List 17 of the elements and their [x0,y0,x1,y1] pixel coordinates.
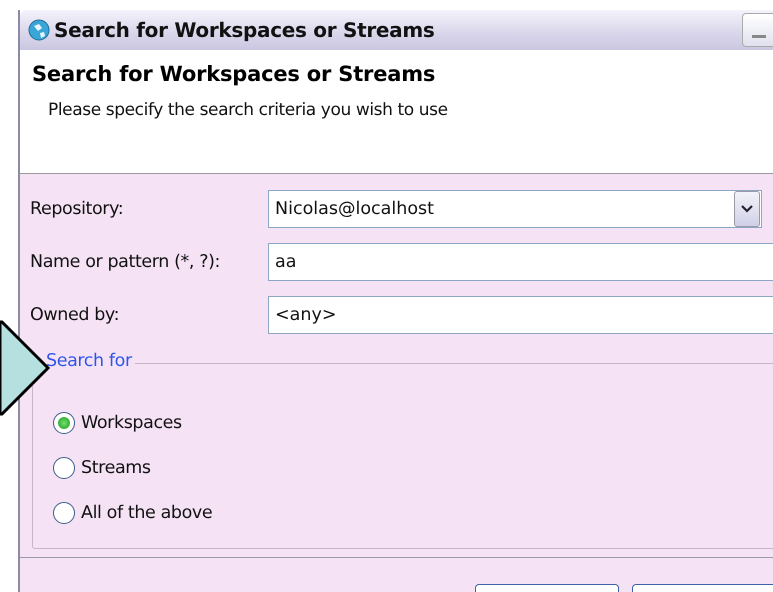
input-field[interactable]: aa [268,242,773,280]
radio-option[interactable]: Workspaces [33,400,182,445]
radio-option[interactable]: Streams [33,445,151,490]
field-label: Owned by: [30,304,120,324]
page-title: Search for Workspaces or Streams [32,62,436,86]
field-label: Name or pattern (*, ?): [30,252,222,272]
radio-option[interactable]: All of the above [33,490,212,535]
repository-dropdown[interactable]: Nicolas@localhost [268,190,762,228]
radio-button[interactable] [53,456,75,478]
window-title: Search for Workspaces or Streams [54,18,435,42]
radio-button[interactable] [53,412,75,434]
minimize-button[interactable] [742,13,773,47]
radio-button[interactable] [53,502,75,524]
globe-icon [28,19,50,41]
input-field[interactable]: <any> [268,296,773,334]
field-label: Repository: [30,198,124,218]
page-description: Please specify the search criteria you wish to use [48,100,449,120]
